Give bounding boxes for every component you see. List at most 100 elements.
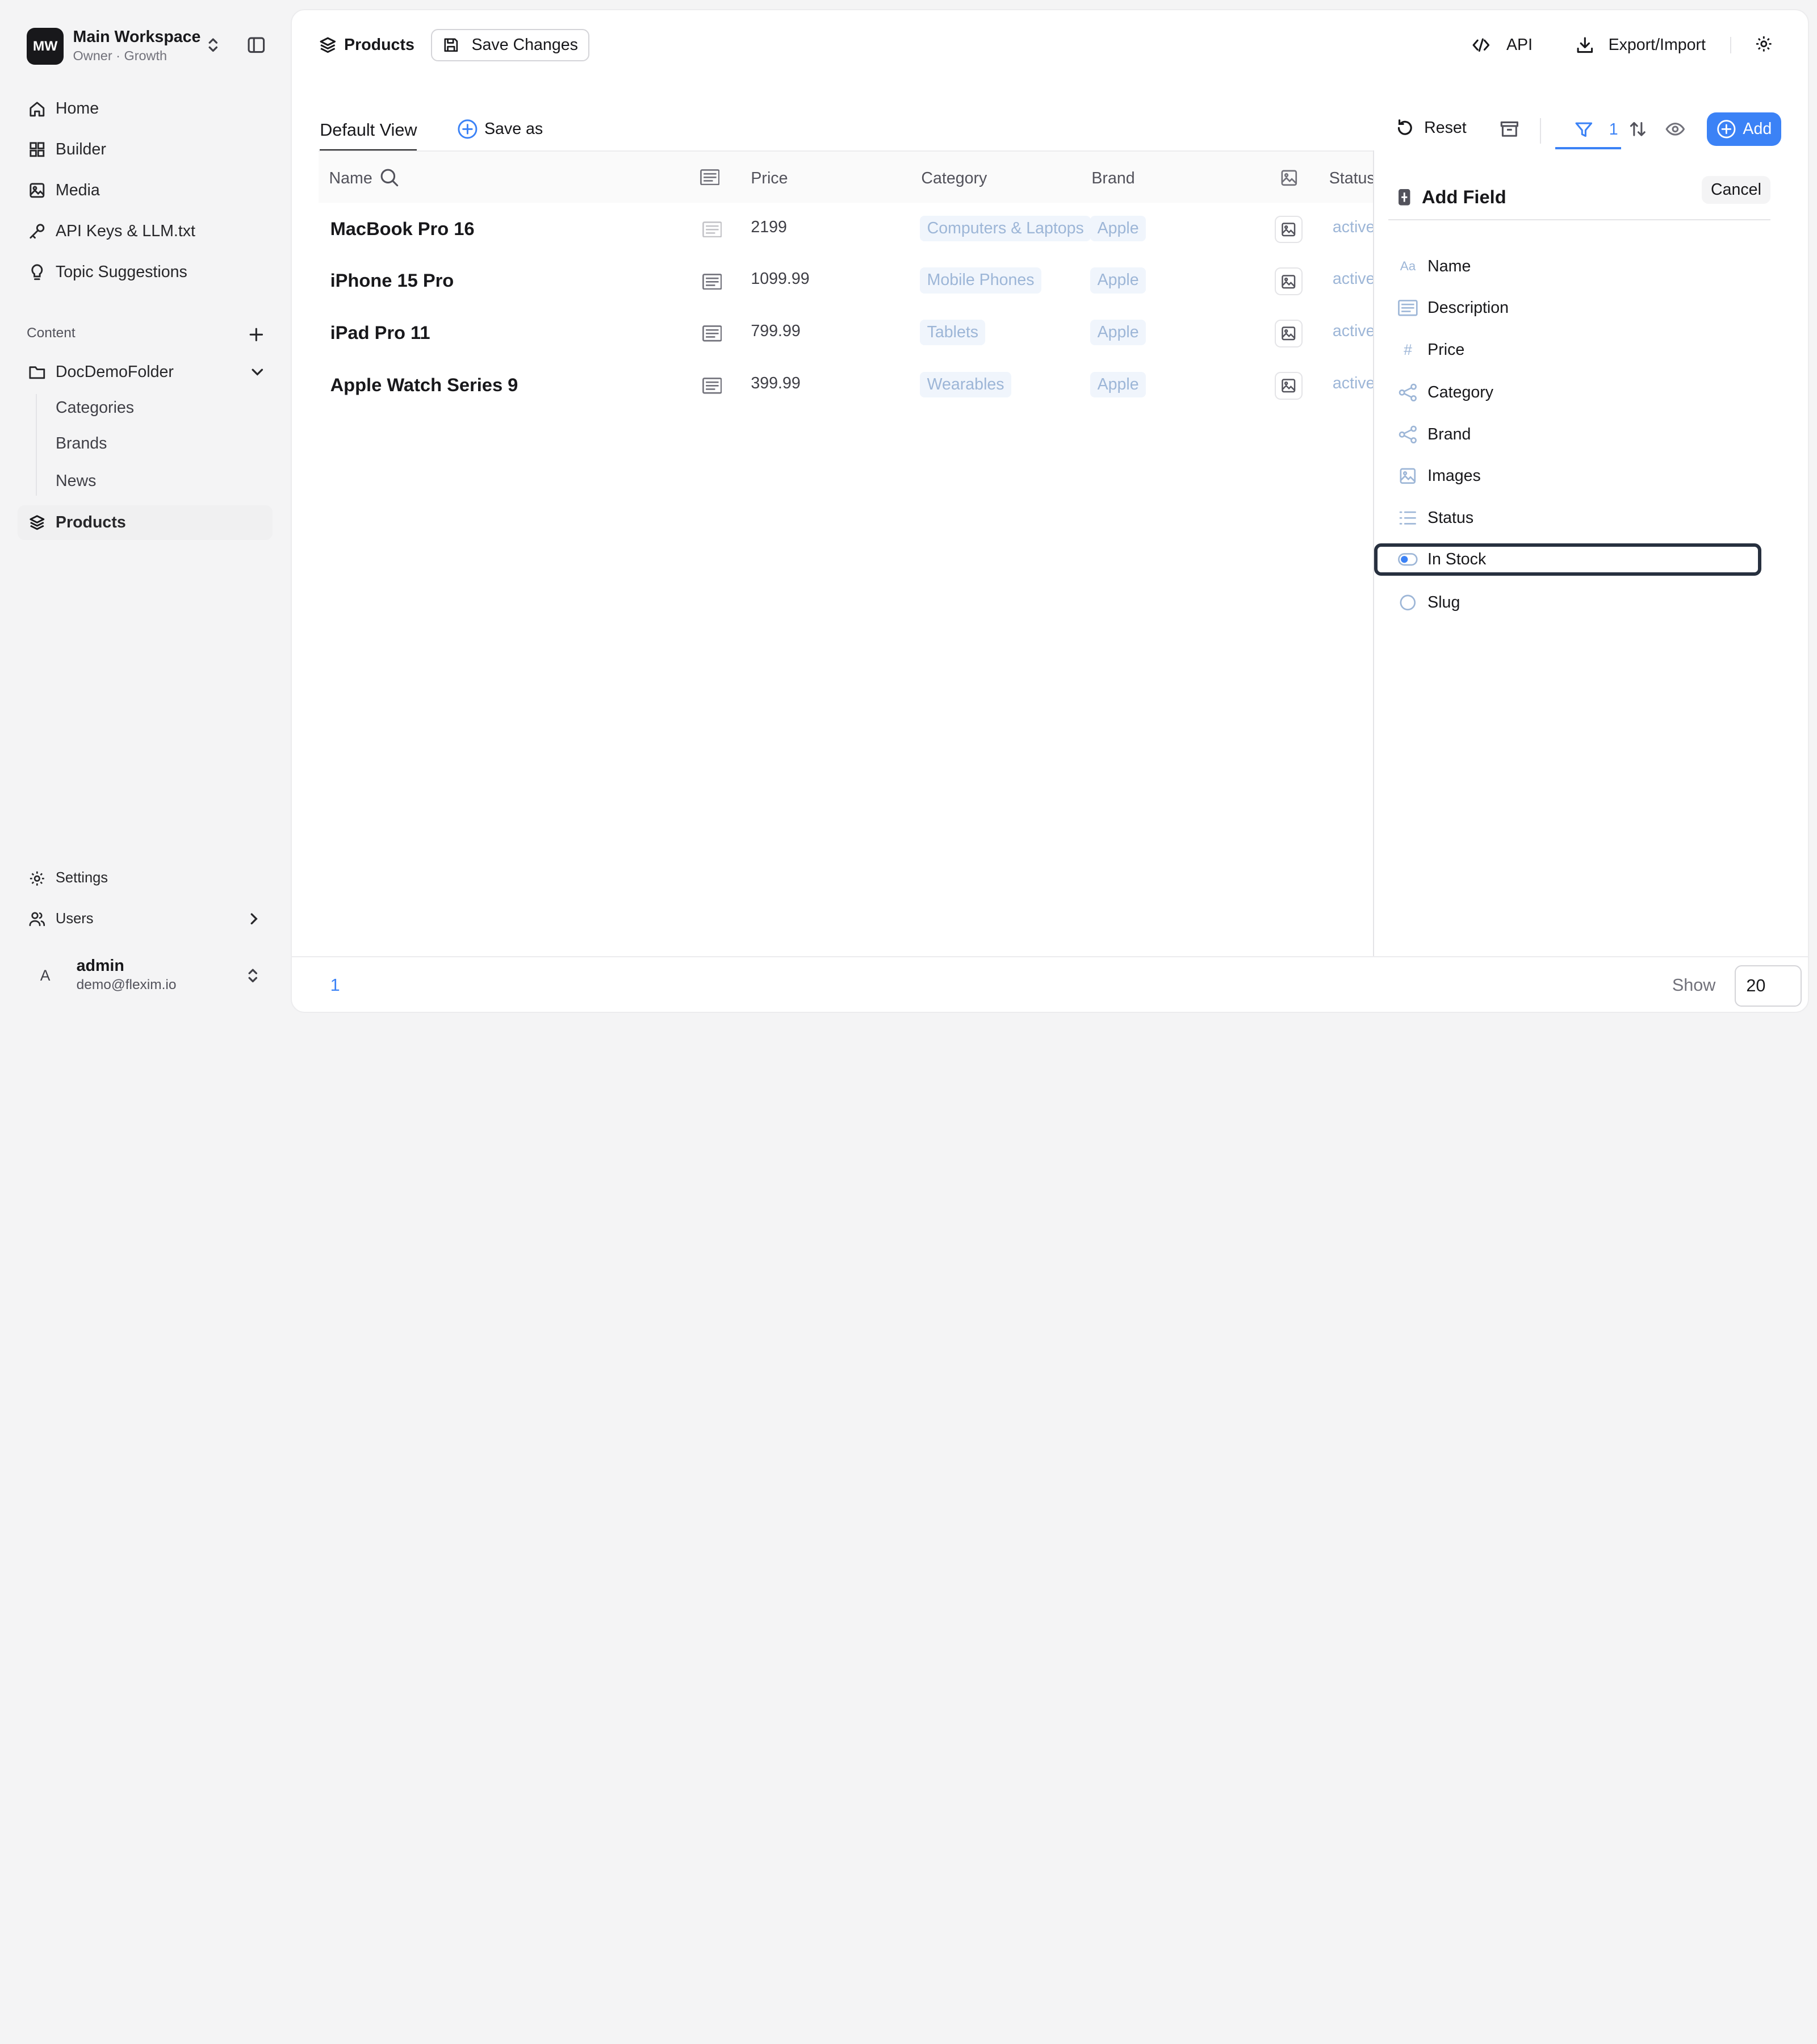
paragraph-icon bbox=[1397, 300, 1418, 316]
field-label: Name bbox=[1427, 257, 1471, 275]
chevron-right-icon bbox=[246, 911, 262, 927]
export-import-button[interactable]: Export/Import bbox=[1576, 36, 1706, 55]
field-option-status[interactable]: Status bbox=[1374, 502, 1761, 534]
field-option-name[interactable]: Aa Name bbox=[1374, 250, 1761, 283]
column-header-category[interactable]: Category bbox=[921, 169, 987, 188]
settings-label: Settings bbox=[55, 870, 108, 886]
image-icon bbox=[28, 181, 47, 200]
pagination-footer: 1 Show 20 bbox=[292, 956, 1808, 1012]
user-name: admin bbox=[76, 956, 124, 975]
add-button[interactable]: Add bbox=[1707, 112, 1781, 146]
table-row[interactable]: MacBook Pro 16 2199 Computers & Laptops … bbox=[319, 203, 1373, 255]
api-label: API bbox=[1506, 36, 1533, 55]
workspace-logo: MW bbox=[26, 27, 64, 65]
nav-label: API Keys & LLM.txt bbox=[55, 221, 195, 240]
category-tag: Wearables bbox=[920, 371, 1011, 398]
search-icon[interactable] bbox=[379, 167, 400, 188]
nav-label: Builder bbox=[55, 140, 106, 159]
archive-icon[interactable] bbox=[1500, 119, 1519, 139]
home-icon bbox=[28, 100, 47, 119]
nav-label: Media bbox=[55, 181, 100, 199]
paragraph-icon bbox=[702, 325, 722, 342]
nav-item-topic-suggestions[interactable]: Topic Suggestions bbox=[18, 255, 273, 290]
field-option-brand[interactable]: Brand bbox=[1374, 418, 1761, 451]
field-option-category[interactable]: Category bbox=[1374, 376, 1761, 409]
brand-tag: Apple bbox=[1090, 267, 1146, 294]
image-placeholder-icon[interactable] bbox=[1274, 320, 1303, 348]
nav-item-settings[interactable]: Settings bbox=[18, 861, 273, 895]
nav-item-users[interactable]: Users bbox=[18, 902, 273, 936]
bottom-nav: Settings Users bbox=[18, 861, 273, 943]
nav-item-api-keys[interactable]: API Keys & LLM.txt bbox=[18, 214, 273, 249]
image-icon bbox=[1280, 169, 1298, 187]
table-row[interactable]: Apple Watch Series 9 399.99 Wearables Ap… bbox=[319, 359, 1373, 412]
save-as-label: Save as bbox=[484, 119, 543, 138]
table-row[interactable]: iPhone 15 Pro 1099.99 Mobile Phones Appl… bbox=[319, 255, 1373, 307]
sidebar-item-news[interactable]: News bbox=[56, 472, 96, 491]
sort-icon[interactable] bbox=[1628, 119, 1648, 139]
save-changes-button[interactable]: Save Changes bbox=[431, 28, 590, 62]
user-menu[interactable]: A admin demo@flexim.io bbox=[26, 953, 270, 999]
list-icon bbox=[1397, 510, 1418, 526]
eye-icon[interactable] bbox=[1665, 119, 1685, 139]
content-section-label: Content bbox=[26, 325, 76, 341]
api-button[interactable]: API bbox=[1472, 36, 1533, 55]
image-placeholder-icon[interactable] bbox=[1274, 215, 1303, 244]
product-name: MacBook Pro 16 bbox=[330, 217, 475, 239]
field-label: Status bbox=[1427, 508, 1474, 527]
sidebar-item-brands[interactable]: Brands bbox=[56, 434, 107, 453]
field-option-slug[interactable]: Slug bbox=[1374, 587, 1761, 619]
column-header-price[interactable]: Price bbox=[751, 169, 788, 188]
nav-item-media[interactable]: Media bbox=[18, 173, 273, 208]
paragraph-icon bbox=[700, 169, 720, 186]
column-header-brand[interactable]: Brand bbox=[1091, 169, 1134, 188]
workspace-switcher[interactable]: MW Main Workspace Owner · Growth bbox=[26, 27, 270, 66]
add-content-icon[interactable] bbox=[247, 325, 266, 344]
column-header-name[interactable]: Name bbox=[329, 169, 372, 188]
gear-icon[interactable] bbox=[1755, 35, 1773, 53]
toggle-icon bbox=[1397, 553, 1418, 566]
product-price: 2199 bbox=[751, 217, 787, 236]
chevron-up-down-icon[interactable] bbox=[245, 966, 261, 985]
breadcrumb: Products bbox=[319, 36, 415, 55]
image-placeholder-icon[interactable] bbox=[1274, 371, 1303, 400]
product-price: 799.99 bbox=[751, 322, 801, 341]
field-option-description[interactable]: Description bbox=[1374, 292, 1761, 324]
workspace-name: Main Workspace bbox=[73, 27, 201, 46]
tab-default-view[interactable]: Default View bbox=[320, 120, 417, 152]
divider bbox=[1540, 118, 1542, 144]
sidebar-item-products[interactable]: Products bbox=[17, 505, 273, 540]
layers-icon bbox=[319, 36, 344, 55]
page-size-input[interactable]: 20 bbox=[1735, 965, 1802, 1007]
page-number[interactable]: 1 bbox=[330, 975, 340, 995]
filter-icon bbox=[1575, 120, 1593, 139]
save-as-button[interactable]: Save as bbox=[457, 118, 543, 140]
brand-tag: Apple bbox=[1090, 320, 1146, 346]
reset-button[interactable]: Reset bbox=[1395, 118, 1467, 138]
field-label: Description bbox=[1427, 299, 1509, 317]
hash-icon: # bbox=[1404, 341, 1412, 358]
cancel-button[interactable]: Cancel bbox=[1701, 176, 1771, 204]
filter-button[interactable]: 1 bbox=[1555, 112, 1622, 150]
folder-docdemofolder[interactable]: DocDemoFolder bbox=[18, 354, 273, 389]
status-badge: active bbox=[1332, 217, 1374, 236]
nav-item-builder[interactable]: Builder bbox=[18, 132, 273, 167]
grid-icon bbox=[28, 140, 47, 159]
table-row[interactable]: iPad Pro 11 799.99 Tablets Apple active bbox=[319, 307, 1373, 359]
field-label: Price bbox=[1427, 340, 1465, 359]
column-header-status[interactable]: Status bbox=[1329, 169, 1375, 188]
chevron-up-down-icon[interactable] bbox=[205, 36, 221, 55]
nav-item-home[interactable]: Home bbox=[18, 91, 273, 126]
users-label: Users bbox=[55, 911, 94, 927]
field-label: Slug bbox=[1427, 593, 1460, 611]
field-option-price[interactable]: # Price bbox=[1374, 334, 1761, 366]
image-placeholder-icon[interactable] bbox=[1274, 267, 1303, 296]
field-option-in-stock[interactable]: In Stock bbox=[1374, 543, 1761, 576]
chevron-down-icon[interactable] bbox=[249, 364, 266, 380]
field-option-images[interactable]: Images bbox=[1374, 460, 1761, 492]
sidebar-toggle-icon[interactable] bbox=[247, 36, 266, 55]
sidebar-item-categories[interactable]: Categories bbox=[56, 399, 134, 417]
save-changes-label: Save Changes bbox=[471, 36, 578, 55]
field-label: Images bbox=[1427, 467, 1481, 485]
paragraph-icon bbox=[702, 273, 722, 290]
